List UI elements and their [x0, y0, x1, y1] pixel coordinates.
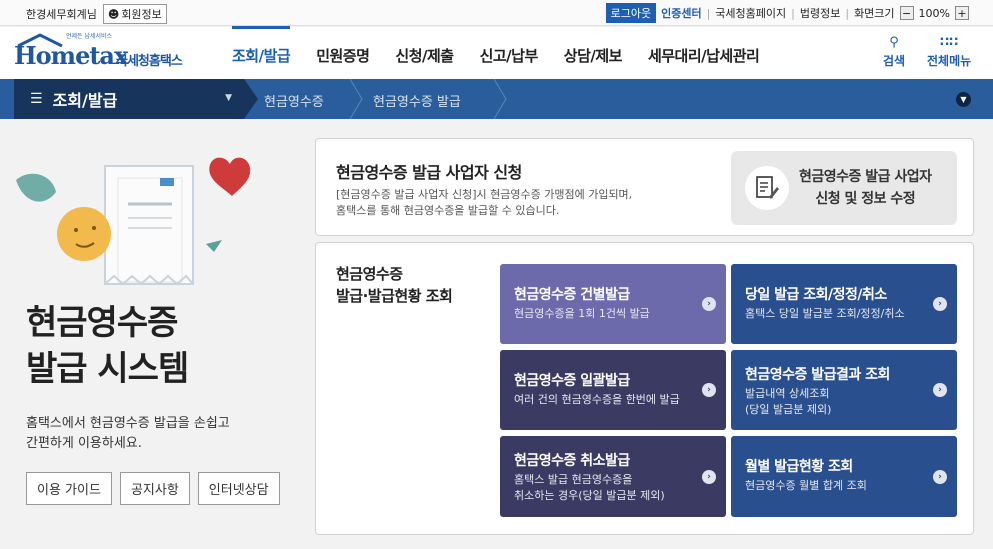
arrow-right-icon: › [933, 383, 947, 397]
tile-issue-result[interactable]: 현금영수증 발급결과 조회 발급내역 상세조회 (당일 발급분 제외) › [731, 350, 957, 430]
guide-button[interactable]: 이용 가이드 [26, 472, 112, 505]
receipt-illustration [16, 157, 251, 286]
nav-item-inquiry[interactable]: 조회/발급 [232, 26, 291, 66]
business-apply-title: 현금영수증 발급 사업자 신청 [336, 163, 522, 182]
main-nav: 조회/발급 민원증명 신청/제출 신고/납부 상담/제보 세무대리/납세관리 [232, 26, 785, 66]
grid-icon: ∷∷ [940, 35, 959, 50]
nav-item-consult[interactable]: 상담/제보 [564, 45, 623, 66]
tile-bulk-issue[interactable]: 현금영수증 일괄발급 여러 건의 현금영수증을 한번에 발급 › [500, 350, 726, 430]
arrow-right-icon: › [933, 470, 947, 484]
law-info-link[interactable]: 법령정보 [800, 5, 840, 21]
cert-center-link[interactable]: 인증센터 [661, 5, 701, 21]
arrow-right-icon: › [933, 297, 947, 311]
arrow-right-icon: › [702, 297, 716, 311]
utility-bar: 한경세무회계님 ☻ 회원정보 로그아웃 인증센터 | 국세청홈페이지 | 법령정… [0, 0, 993, 26]
tile-monthly-status[interactable]: 월별 발급현황 조회 현금영수증 월별 합계 조회 › [731, 436, 957, 517]
nts-home-link[interactable]: 국세청홈페이지 [715, 5, 786, 21]
tile-cancel-issue[interactable]: 현금영수증 취소발급 홈택스 발급 현금영수증을 취소하는 경우(당일 발급분 … [500, 436, 726, 517]
logout-button[interactable]: 로그아웃 [605, 3, 657, 23]
notice-button[interactable]: 공지사항 [119, 472, 190, 505]
arrow-right-icon: › [702, 383, 716, 397]
nav-item-certificate[interactable]: 민원증명 [316, 45, 370, 66]
hero-buttons: 이용 가이드 공지사항 인터넷상담 [26, 472, 280, 505]
nav-item-agent[interactable]: 세무대리/납세관리 [648, 45, 760, 66]
document-edit-icon [745, 166, 789, 210]
main-header: 언제든 납세서비스 Hometax 국세청홈택스 조회/발급 민원증명 신청/제… [0, 26, 993, 79]
tile-single-issue[interactable]: 현금영수증 건별발급 현금영수증을 1회 1건씩 발급 › [500, 264, 726, 344]
user-name: 한경세무회계님 [26, 8, 97, 21]
tile-today-inquiry[interactable]: 당일 발급 조회/정정/취소 홈택스 당일 발급분 조회/정정/취소 › [731, 264, 957, 344]
issue-status-title: 현금영수증 발급·발급현황 조회 [336, 265, 453, 305]
breadcrumb-item-cash-receipt[interactable]: 현금영수증 [264, 91, 324, 110]
search-button[interactable]: ⚲ 검색 [883, 35, 905, 69]
page-title: 현금영수증 발급 시스템 [26, 303, 189, 389]
nav-item-apply[interactable]: 신청/제출 [395, 45, 454, 66]
member-info-button[interactable]: ☻ 회원정보 [102, 4, 167, 24]
screen-size-label: 화면크기 [854, 7, 895, 20]
breadcrumb: ☰ 조회/발급 ▼ 현금영수증 현금영수증 발급 ▼ [0, 79, 993, 119]
caret-down-icon: ▼ [225, 93, 232, 103]
all-menu-button[interactable]: ∷∷ 전체메뉴 [927, 35, 971, 69]
nav-item-report[interactable]: 신고/납부 [480, 45, 539, 66]
business-apply-button[interactable]: 현금영수증 발급 사업자 신청 및 정보 수정 [731, 151, 957, 225]
business-apply-desc: [현금영수증 발급 사업자 신청]시 현금영수증 가맹점에 가입되며, 홈택스를… [336, 188, 633, 217]
online-consult-button[interactable]: 인터넷상담 [197, 472, 280, 505]
zoom-out-button[interactable]: − [899, 6, 914, 20]
breadcrumb-separator [350, 79, 363, 119]
zoom-in-button[interactable]: + [955, 6, 969, 20]
breadcrumb-separator [494, 79, 507, 119]
zoom-value: 100% [918, 6, 950, 20]
breadcrumb-root[interactable]: ☰ 조회/발급 ▼ [14, 79, 244, 119]
chevron-down-icon[interactable]: ▼ [956, 92, 971, 107]
hometax-logo[interactable]: 언제든 납세서비스 Hometax 국세청홈택스 [14, 31, 214, 75]
search-icon: ⚲ [889, 35, 899, 50]
page-description: 홈택스에서 현금영수증 발급을 손쉽고 간편하게 이용하세요. [26, 416, 230, 451]
breadcrumb-separator [244, 79, 258, 119]
business-apply-panel: 현금영수증 발급 사업자 신청 [현금영수증 발급 사업자 신청]시 현금영수증… [315, 138, 974, 236]
arrow-right-icon: › [702, 470, 716, 484]
breadcrumb-item-issue[interactable]: 현금영수증 발급 [373, 91, 461, 110]
user-icon: ☻ [107, 7, 120, 21]
menu-icon: ☰ [30, 91, 43, 107]
